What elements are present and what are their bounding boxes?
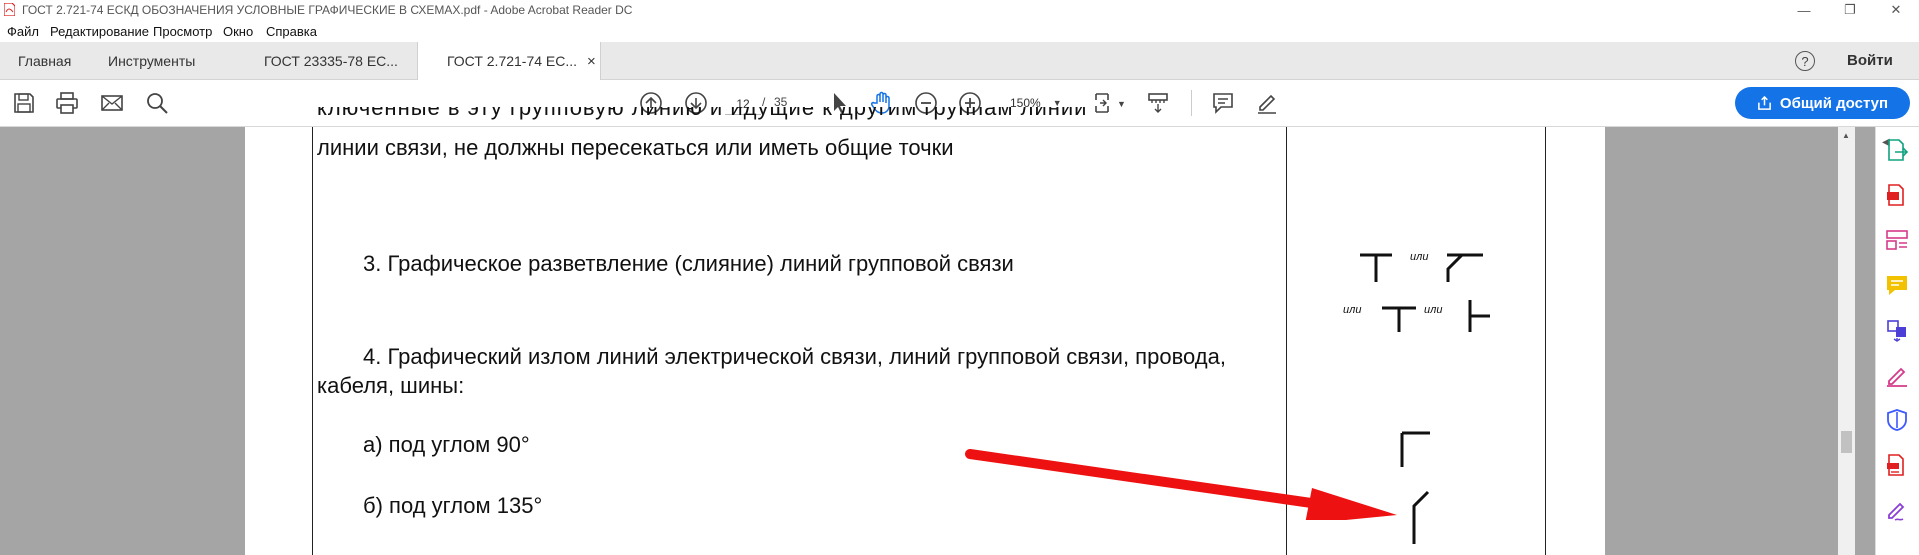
tab-tools[interactable]: Инструменты [108, 42, 195, 79]
share-button-label: Общий доступ [1779, 94, 1889, 112]
doc-item-4b: б) под углом 135° [363, 493, 543, 518]
pdf-app-icon [4, 3, 15, 16]
vertical-scrollbar[interactable]: ▲ [1838, 127, 1855, 555]
tab-home[interactable]: Главная [18, 42, 71, 79]
tab-close-icon[interactable]: × [587, 53, 596, 70]
restore-button[interactable]: ❐ [1827, 0, 1873, 20]
symbol-ili-3: или [1424, 304, 1443, 316]
create-pdf-icon[interactable] [1879, 177, 1915, 213]
fill-sign-icon[interactable] [1879, 357, 1915, 393]
print-icon[interactable] [53, 89, 81, 117]
export-pdf-icon[interactable] [1879, 132, 1915, 168]
scrollbar-thumb[interactable] [1841, 431, 1852, 453]
tab-bar: Главная Инструменты ГОСТ 23335-78 ЕС... … [0, 42, 1919, 80]
symbol-ili-1: или [1410, 251, 1429, 263]
scroll-up-icon[interactable]: ▲ [1842, 131, 1850, 140]
doc-item-4a: а) под углом 90° [363, 432, 530, 457]
menu-help[interactable]: Справка [266, 24, 317, 39]
share-button[interactable]: Общий доступ [1735, 87, 1910, 119]
table-border-right [1545, 127, 1546, 555]
branch-t-symbol [1360, 253, 1392, 282]
branch-t-symbol-2 [1382, 306, 1416, 332]
doc-line-a: линии связи, не должны пересекаться или … [317, 135, 954, 160]
menu-bar: Файл Редактирование Просмотр Окно Справк… [0, 20, 1919, 42]
bend-135-symbol [1412, 490, 1430, 544]
red-arrow-annotation [965, 449, 1397, 520]
tab-document-1[interactable]: ГОСТ 23335-78 ЕС... [264, 42, 398, 79]
signin-link[interactable]: Войти [1847, 52, 1893, 69]
branch-side-symbol [1468, 300, 1490, 332]
share-icon [1758, 95, 1771, 110]
organize-pages-icon[interactable] [1879, 222, 1915, 258]
doc-item-3: 3. Графическое разветвление (слияние) ли… [363, 251, 1014, 276]
symbol-ili-2: или [1343, 304, 1362, 316]
menu-view[interactable]: Просмотр [153, 24, 212, 39]
combine-files-icon[interactable] [1879, 312, 1915, 348]
cut-off-text-line: ключенные в эту групповую линию и идущие… [317, 107, 1088, 120]
request-signature-icon[interactable] [1879, 492, 1915, 528]
close-window-button[interactable]: ✕ [1873, 0, 1919, 20]
title-bar: ГОСТ 2.721-74 ЕСКД ОБОЗНАЧЕНИЯ УСЛОВНЫЕ … [0, 0, 1919, 20]
tab-document-2-label: ГОСТ 2.721-74 ЕС... [447, 53, 578, 69]
window-title: ГОСТ 2.721-74 ЕСКД ОБОЗНАЧЕНИЯ УСЛОВНЫЕ … [22, 3, 633, 17]
save-icon[interactable] [10, 89, 38, 117]
protect-shield-icon[interactable] [1879, 402, 1915, 438]
doc-item-4-line1: 4. Графический излом линий электрической… [363, 344, 1226, 369]
table-border-left [312, 127, 313, 555]
menu-file[interactable]: Файл [7, 24, 39, 39]
tab-document-2[interactable]: ГОСТ 2.721-74 ЕС... × [417, 42, 601, 80]
comment-tool-icon[interactable] [1879, 267, 1915, 303]
doc-item-4-line2: кабеля, шины: [317, 373, 465, 398]
menu-edit[interactable]: Редактирование [50, 24, 149, 39]
branch-angle-symbol [1446, 253, 1483, 282]
bend-90-symbol [1400, 431, 1430, 467]
help-icon[interactable]: ? [1795, 51, 1815, 71]
compress-pdf-icon[interactable] [1879, 447, 1915, 483]
minimize-button[interactable]: — [1781, 0, 1827, 20]
email-icon[interactable] [98, 89, 126, 117]
menu-window[interactable]: Окно [223, 24, 253, 39]
search-icon[interactable] [143, 89, 171, 117]
